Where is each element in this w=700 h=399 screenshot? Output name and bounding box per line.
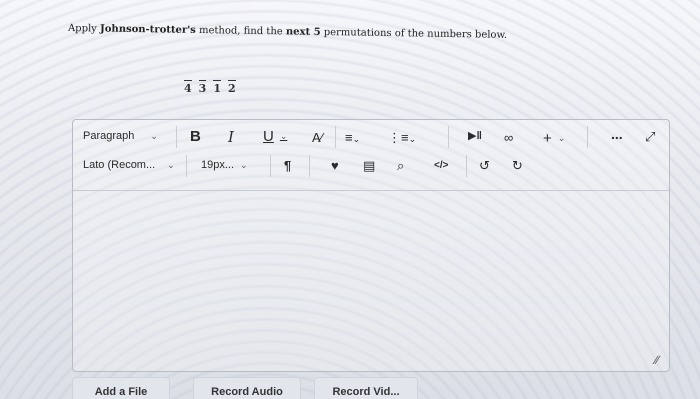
paragraph-label: Paragraph bbox=[83, 130, 135, 142]
underline-label: U bbox=[263, 128, 274, 145]
italic-label: I bbox=[228, 128, 234, 146]
toolbar-separator bbox=[335, 126, 336, 148]
record-audio-button[interactable]: Record Audio bbox=[193, 377, 301, 399]
question-text: Apply Johnson-trotter's method, find the… bbox=[68, 23, 507, 41]
font-size-dropdown[interactable]: 19px... ⌄ bbox=[201, 159, 248, 171]
record-audio-label: Record Audio bbox=[211, 386, 283, 398]
font-family-label: Lato (Recom... bbox=[83, 159, 156, 171]
perm-number: 1 bbox=[213, 80, 221, 95]
font-size-label: 19px... bbox=[201, 159, 235, 171]
find-replace-icon[interactable]: ⌕ bbox=[397, 159, 404, 172]
toolbar-separator bbox=[270, 155, 271, 177]
answer-editor[interactable]: Paragraph ⌄ B I U ⌄ A∕ ≡⌄ ⋮≡⌄ ▶‖ ∞ + ⌄ .… bbox=[72, 119, 670, 372]
paragraph-dropdown[interactable]: Paragraph ⌄ bbox=[83, 130, 158, 142]
chevron-down-icon: ⌄ bbox=[557, 133, 566, 143]
italic-button[interactable]: I bbox=[228, 128, 234, 146]
insert-label: + bbox=[543, 130, 552, 147]
record-video-label: Record Vid... bbox=[332, 386, 400, 398]
code-icon[interactable]: </> bbox=[434, 161, 448, 171]
media-icon[interactable]: ▶‖ bbox=[468, 131, 482, 142]
add-file-button[interactable]: Add a File bbox=[72, 377, 170, 399]
toolbar-separator bbox=[587, 126, 588, 148]
underline-button[interactable]: U ⌄ bbox=[263, 128, 287, 145]
chevron-down-icon: ⌄ bbox=[279, 131, 288, 141]
perm-number: 3 bbox=[198, 80, 207, 95]
chevron-down-icon: ⌄ bbox=[167, 159, 175, 170]
toolbar-divider bbox=[73, 190, 669, 191]
question-middle: method, find the bbox=[198, 25, 283, 38]
insert-button[interactable]: + ⌄ bbox=[543, 130, 565, 147]
question-suffix: permutations of the numbers below. bbox=[323, 27, 508, 41]
list-icon[interactable]: ⋮≡⌄ bbox=[388, 131, 416, 144]
question-prefix: Apply bbox=[67, 23, 97, 35]
chevron-down-icon: ⌄ bbox=[240, 159, 248, 170]
toolbar-separator bbox=[466, 155, 467, 177]
text-color-icon[interactable]: A∕ bbox=[312, 131, 323, 144]
toolbar-separator bbox=[186, 155, 187, 177]
chevron-down-icon: ⌄ bbox=[150, 130, 158, 141]
table-icon[interactable]: ▤ bbox=[363, 159, 375, 172]
more-button[interactable]: ... bbox=[611, 126, 623, 142]
record-video-button[interactable]: Record Vid... bbox=[314, 377, 418, 399]
bold-label: B bbox=[190, 128, 201, 145]
bold-button[interactable]: B bbox=[190, 128, 201, 145]
question-next: next 5 bbox=[285, 26, 321, 38]
font-family-dropdown[interactable]: Lato (Recom... ⌄ bbox=[83, 159, 175, 171]
perm-number: 4 bbox=[184, 80, 192, 95]
perm-number: 2 bbox=[227, 80, 236, 95]
resize-handle-icon[interactable]: ∕∕ bbox=[655, 353, 659, 367]
more-label: ... bbox=[611, 126, 623, 142]
toolbar-separator bbox=[309, 155, 310, 177]
fullscreen-icon[interactable]: ⤢ bbox=[645, 130, 655, 143]
undo-icon[interactable]: ↺ bbox=[479, 159, 490, 172]
redo-icon[interactable]: ↻ bbox=[512, 159, 523, 172]
link-icon[interactable]: ∞ bbox=[504, 131, 513, 144]
question-name: Johnson-trotter's bbox=[99, 23, 196, 37]
paragraph-format-icon[interactable]: ¶ bbox=[284, 159, 291, 172]
add-file-label: Add a File bbox=[94, 386, 148, 398]
highlight-icon[interactable]: ♥ bbox=[331, 159, 339, 172]
toolbar-separator bbox=[176, 126, 177, 148]
align-icon[interactable]: ≡⌄ bbox=[345, 131, 360, 144]
permutation: 4 3 1 2 bbox=[184, 80, 236, 95]
toolbar-separator bbox=[448, 126, 449, 148]
